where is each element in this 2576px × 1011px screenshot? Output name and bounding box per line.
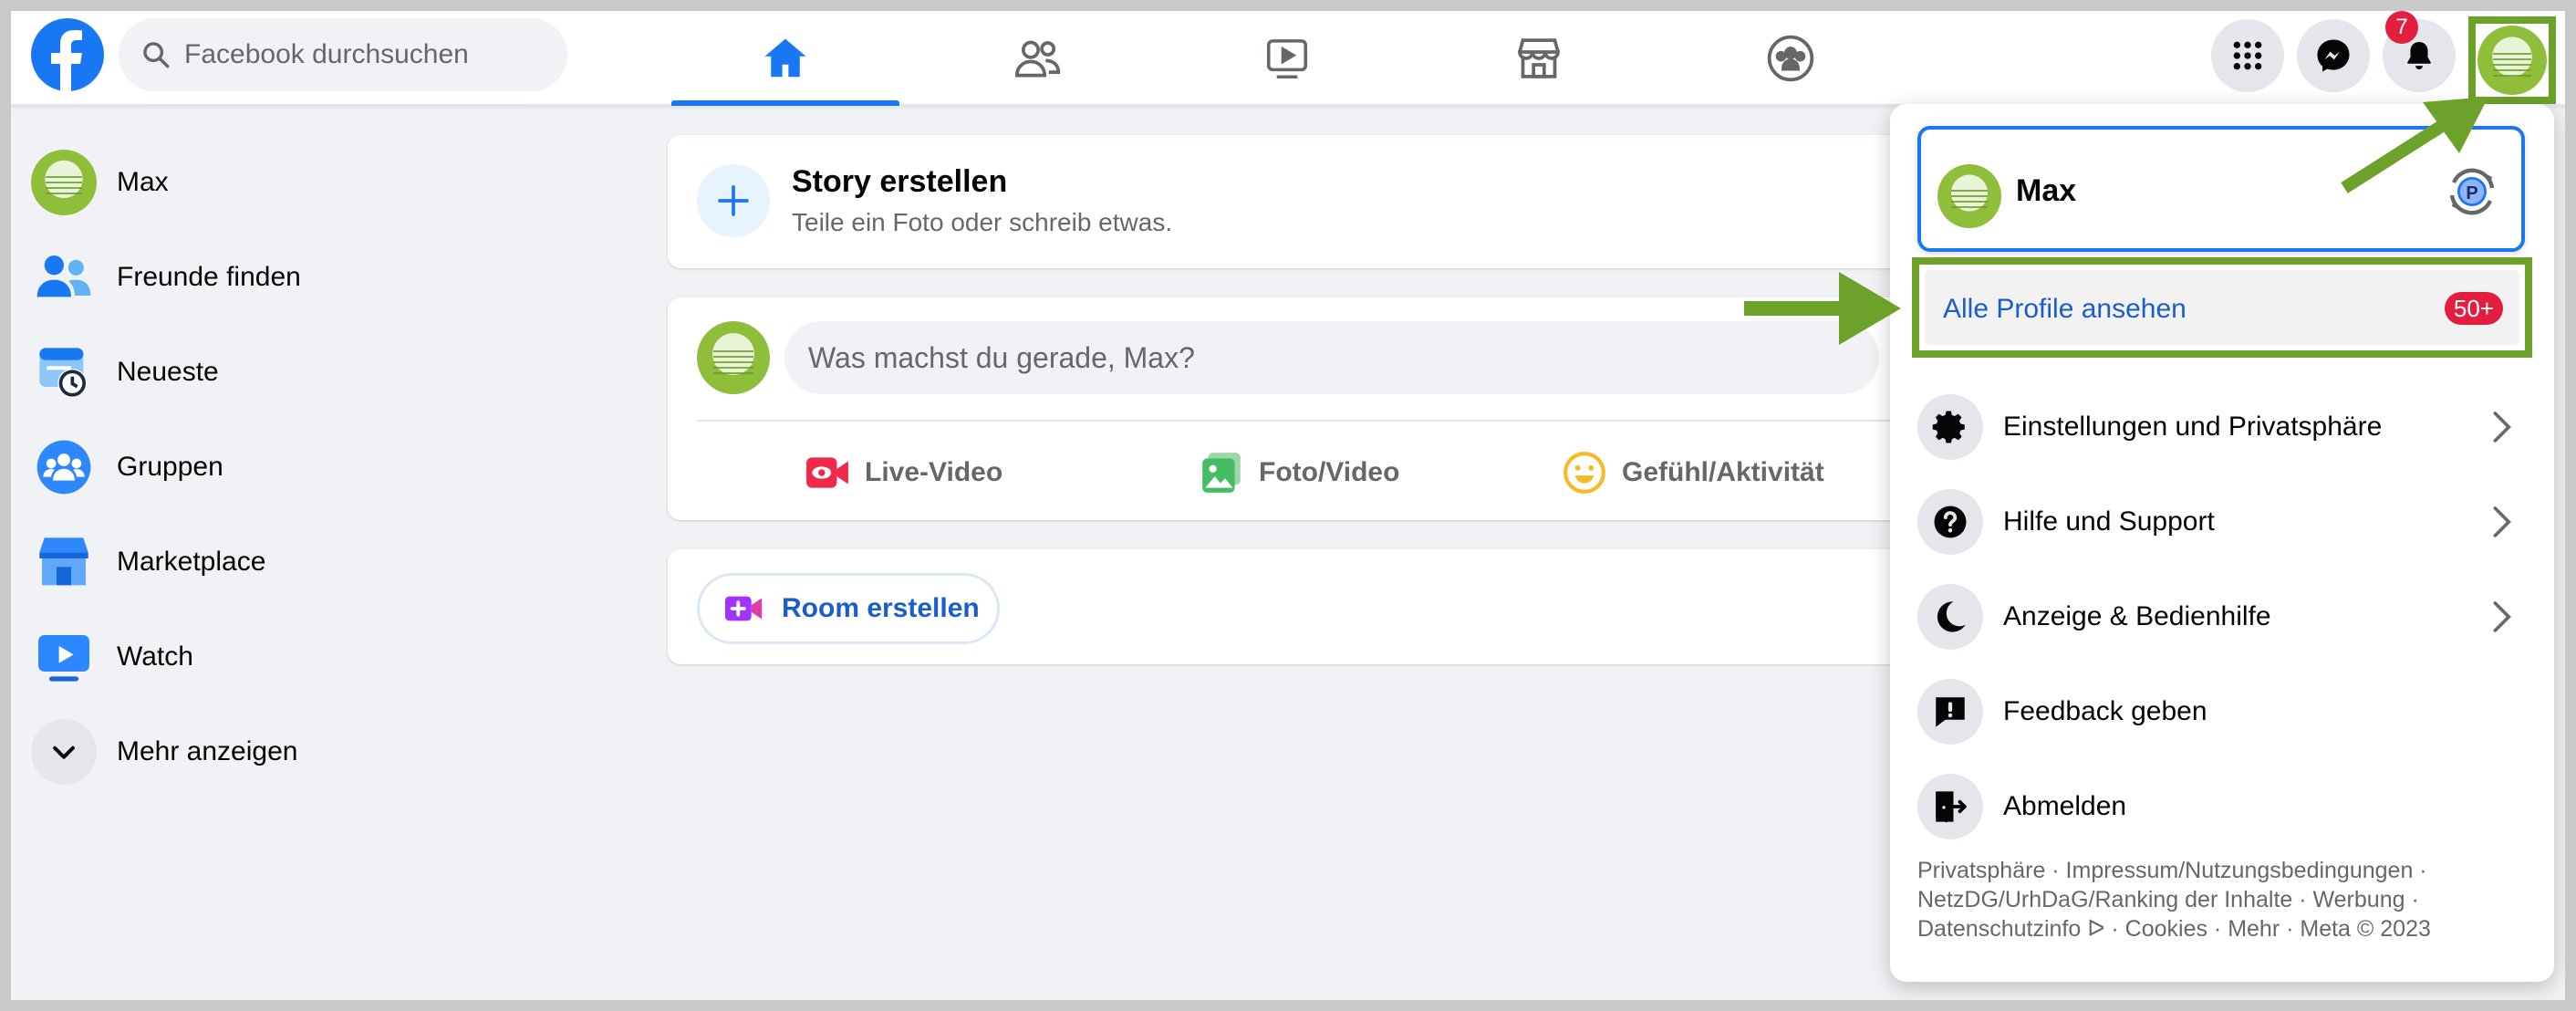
avatar xyxy=(2477,26,2547,95)
feeling-activity-label: Gefühl/Aktivität xyxy=(1622,457,1824,487)
clock-feed-icon xyxy=(31,339,97,405)
menu-item-label: Anzeige & Bedienhilfe xyxy=(2003,601,2271,631)
create-room-button[interactable]: Room erstellen xyxy=(697,573,1000,644)
sidebar-item-recent[interactable]: Neueste xyxy=(31,325,633,420)
messenger-button[interactable] xyxy=(2297,19,2370,92)
search-input[interactable] xyxy=(184,39,531,70)
sidebar-item-more[interactable]: Mehr anzeigen xyxy=(31,704,633,799)
chevron-right-icon xyxy=(2493,601,2511,632)
post-composer: Was machst du gerade, Max? Live-Video Fo… xyxy=(668,297,1917,520)
avatar xyxy=(1937,164,2001,228)
create-room-label: Room erstellen xyxy=(782,593,980,623)
friends-icon xyxy=(1014,40,1061,78)
sidebar-item-label: Mehr anzeigen xyxy=(117,736,298,766)
avatar xyxy=(31,150,97,215)
live-video-button[interactable]: Live-Video xyxy=(805,443,1002,502)
menu-item-label: Einstellungen und Privatsphäre xyxy=(2003,412,2383,442)
avatar xyxy=(697,321,770,394)
sidebar-item-label: Freunde finden xyxy=(117,262,301,292)
chevron-down-icon xyxy=(31,719,97,785)
sidebar-item-watch[interactable]: Watch xyxy=(31,610,633,704)
search-box[interactable] xyxy=(119,18,567,91)
all-profiles-label: Alle Profile ansehen xyxy=(1943,294,2186,324)
facebook-logo-icon[interactable] xyxy=(31,18,104,91)
sidebar-item-label: Gruppen xyxy=(117,452,223,482)
sidebar-item-label: Watch xyxy=(117,641,193,672)
gear-icon xyxy=(1917,394,1983,460)
shop-icon xyxy=(31,529,97,595)
grid-menu-icon xyxy=(2233,41,2262,70)
live-video-icon xyxy=(806,457,848,488)
all-profiles-count-badge: 50+ xyxy=(2444,292,2503,325)
sidebar-item-profile[interactable]: Max xyxy=(31,135,633,230)
footer-line[interactable]: Privatsphäre · Impressum/Nutzungsbedingu… xyxy=(1917,856,2529,885)
account-dropdown: Max P Alle Profile ansehen 50+ Einstellu… xyxy=(1890,104,2554,982)
friends-icon xyxy=(31,245,97,310)
bell-icon xyxy=(2407,41,2431,70)
notification-badge: 7 xyxy=(2385,11,2418,44)
photo-video-label: Foto/Video xyxy=(1259,457,1400,487)
tab-friends[interactable] xyxy=(923,11,1151,106)
profile-name: Max xyxy=(2016,173,2077,208)
photo-video-button[interactable]: Foto/Video xyxy=(1199,443,1399,502)
search-icon xyxy=(143,42,170,68)
watch-icon xyxy=(1266,39,1308,79)
groups-icon xyxy=(31,434,97,500)
all-profiles-link[interactable]: Alle Profile ansehen 50+ xyxy=(1925,270,2519,345)
sidebar-item-marketplace[interactable]: Marketplace xyxy=(31,515,633,610)
photo-icon xyxy=(1202,453,1241,493)
room-card: Room erstellen xyxy=(668,549,1917,664)
footer-line[interactable]: Datenschutzinfo ᐅ · Cookies · Mehr · Met… xyxy=(1917,914,2529,943)
video-plus-icon xyxy=(724,596,763,621)
chevron-right-icon xyxy=(2493,506,2511,537)
logout-icon xyxy=(1917,774,1983,839)
menu-item-label: Hilfe und Support xyxy=(2003,506,2215,537)
create-story-card[interactable]: Story erstellen Teile ein Foto oder schr… xyxy=(668,135,1917,268)
story-title: Story erstellen xyxy=(792,164,1008,199)
all-profiles-highlight: Alle Profile ansehen 50+ xyxy=(1912,257,2532,358)
left-sidebar: Max Freunde finden Neueste Gruppen Marke… xyxy=(31,135,633,799)
sidebar-item-friends[interactable]: Freunde finden xyxy=(31,230,633,325)
menu-item-logout[interactable]: Abmelden xyxy=(1917,770,2529,843)
footer-line[interactable]: NetzDG/UrhDaG/Ranking der Inhalte · Werb… xyxy=(1917,885,2529,914)
live-video-label: Live-Video xyxy=(865,457,1003,487)
feedback-icon xyxy=(1917,679,1983,745)
menu-item-display[interactable]: Anzeige & Bedienhilfe xyxy=(1917,580,2529,653)
tab-home[interactable] xyxy=(671,11,899,106)
story-subtitle: Teile ein Foto oder schreib etwas. xyxy=(792,208,1173,236)
menu-button[interactable] xyxy=(2211,19,2284,92)
chevron-right-icon xyxy=(2493,412,2511,443)
smiley-icon xyxy=(1563,452,1605,494)
annotation-arrow-icon xyxy=(2341,97,2488,193)
sidebar-item-label: Neueste xyxy=(117,357,219,387)
home-icon xyxy=(764,38,806,78)
groups-icon xyxy=(1767,35,1814,82)
tab-groups[interactable] xyxy=(1677,11,1905,106)
menu-item-feedback[interactable]: Feedback geben xyxy=(1917,675,2529,748)
divider xyxy=(697,420,1917,422)
footer-links: Privatsphäre · Impressum/Nutzungsbedingu… xyxy=(1917,856,2529,943)
video-icon xyxy=(31,624,97,690)
plus-icon xyxy=(697,164,770,237)
app-frame: 7 Max Freunde finden Neueste Gruppen xyxy=(11,11,2565,1000)
sidebar-item-label: Max xyxy=(117,167,169,197)
marketplace-icon xyxy=(1518,38,1560,78)
messenger-icon xyxy=(2317,39,2350,72)
help-icon xyxy=(1917,489,1983,555)
feeling-activity-button[interactable]: Gefühl/Aktivität xyxy=(1562,443,1824,502)
moon-icon xyxy=(1917,584,1983,650)
tab-watch[interactable] xyxy=(1173,11,1401,106)
tab-marketplace[interactable] xyxy=(1425,11,1653,106)
top-bar: 7 xyxy=(11,11,2565,106)
menu-item-label: Abmelden xyxy=(2003,791,2127,821)
sidebar-item-label: Marketplace xyxy=(117,547,266,577)
menu-item-label: Feedback geben xyxy=(2003,696,2207,726)
composer-input[interactable]: Was machst du gerade, Max? xyxy=(784,321,1879,394)
menu-item-settings[interactable]: Einstellungen und Privatsphäre xyxy=(1917,391,2529,464)
sidebar-item-groups[interactable]: Gruppen xyxy=(31,420,633,515)
annotation-arrow-icon xyxy=(1744,272,1901,345)
menu-item-help[interactable]: Hilfe und Support xyxy=(1917,485,2529,558)
